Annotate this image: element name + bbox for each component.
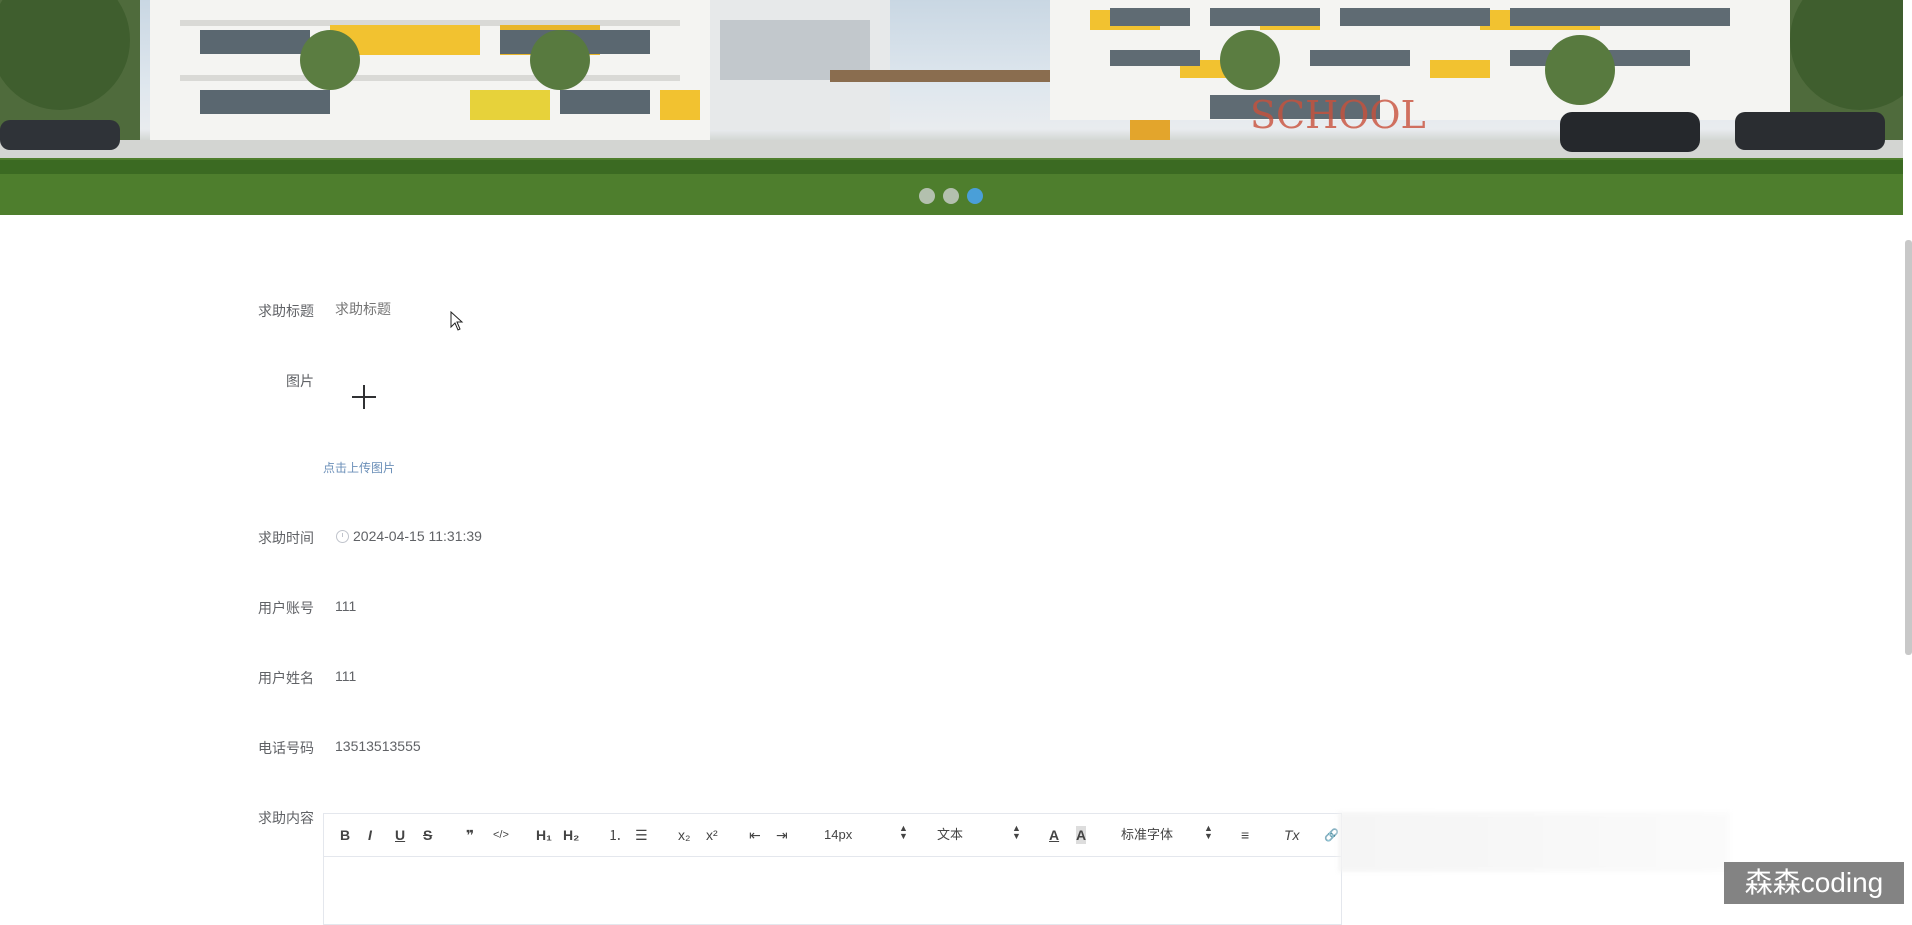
title-label: 求助标题 [258, 303, 314, 319]
carousel-dot-2[interactable] [943, 188, 959, 204]
background-color-icon[interactable]: A [1076, 826, 1087, 844]
code-button[interactable]: </> [493, 826, 509, 844]
underline-button[interactable]: U [395, 826, 405, 844]
account-label: 用户账号 [258, 600, 314, 616]
bold-button[interactable]: B [340, 826, 350, 844]
strike-button[interactable]: S [423, 826, 432, 844]
align-button[interactable]: ≡ [1241, 826, 1249, 844]
text-color-icon[interactable]: A [1049, 826, 1059, 844]
upload-tip[interactable]: 点击上传图片 [323, 459, 395, 476]
school-building-image: SCHOOL [0, 0, 1903, 215]
phone-value[interactable]: 13513513555 [335, 738, 421, 754]
ordered-list-button[interactable]: ⒈ [608, 826, 622, 844]
font-family-select[interactable]: 标准字体 [1121, 826, 1173, 844]
indent-button[interactable]: ⇥ [776, 826, 788, 844]
clock-icon [336, 530, 349, 543]
hero-carousel[interactable]: SCHOOL [0, 0, 1903, 215]
carousel-dot-1[interactable] [919, 188, 935, 204]
watermark: 森森coding [1724, 862, 1904, 904]
italic-button[interactable]: I [368, 826, 372, 844]
outdent-button[interactable]: ⇤ [749, 826, 761, 844]
time-value[interactable]: 2024-04-15 11:31:39 [353, 528, 482, 544]
title-input[interactable] [335, 297, 735, 321]
bullet-list-button[interactable]: ☰ [635, 826, 648, 844]
header-select[interactable]: 文本 [937, 826, 963, 844]
school-sign: SCHOOL [1250, 93, 1426, 137]
account-value[interactable]: 111 [335, 598, 356, 614]
upload-plus-icon[interactable] [352, 385, 376, 409]
image-label: 图片 [286, 373, 314, 389]
quote-button[interactable]: ❞ [466, 826, 474, 844]
rich-text-editor[interactable]: B I U S ❞ </> H₁ H₂ ⒈ ☰ x₂ x² ⇤ ⇥ 14px ▲… [323, 813, 1342, 925]
name-label: 用户姓名 [258, 670, 314, 686]
font-size-arrow-icon: ▲ ▼ [899, 823, 908, 841]
h1-button[interactable]: H₁ [536, 826, 552, 844]
phone-label: 电话号码 [258, 740, 314, 756]
font-family-arrow-icon: ▲ ▼ [1204, 823, 1213, 841]
header-arrow-icon: ▲ ▼ [1012, 823, 1021, 841]
link-button[interactable]: 🔗 [1324, 826, 1339, 844]
time-label: 求助时间 [258, 530, 314, 546]
clean-format-button[interactable]: Tx [1284, 826, 1300, 844]
mouse-cursor-icon [450, 311, 464, 331]
superscript-button[interactable]: x² [706, 826, 718, 844]
h2-button[interactable]: H₂ [563, 826, 579, 844]
font-size-select[interactable]: 14px [824, 826, 852, 844]
subscript-button[interactable]: x₂ [678, 826, 690, 844]
name-value[interactable]: 111 [335, 668, 356, 684]
carousel-indicators [919, 188, 983, 204]
obscured-region [1338, 812, 1730, 872]
content-label: 求助内容 [258, 810, 314, 826]
carousel-dot-3[interactable] [967, 188, 983, 204]
editor-toolbar: B I U S ❞ </> H₁ H₂ ⒈ ☰ x₂ x² ⇤ ⇥ 14px ▲… [324, 814, 1341, 857]
page-scrollbar[interactable] [1905, 240, 1912, 655]
